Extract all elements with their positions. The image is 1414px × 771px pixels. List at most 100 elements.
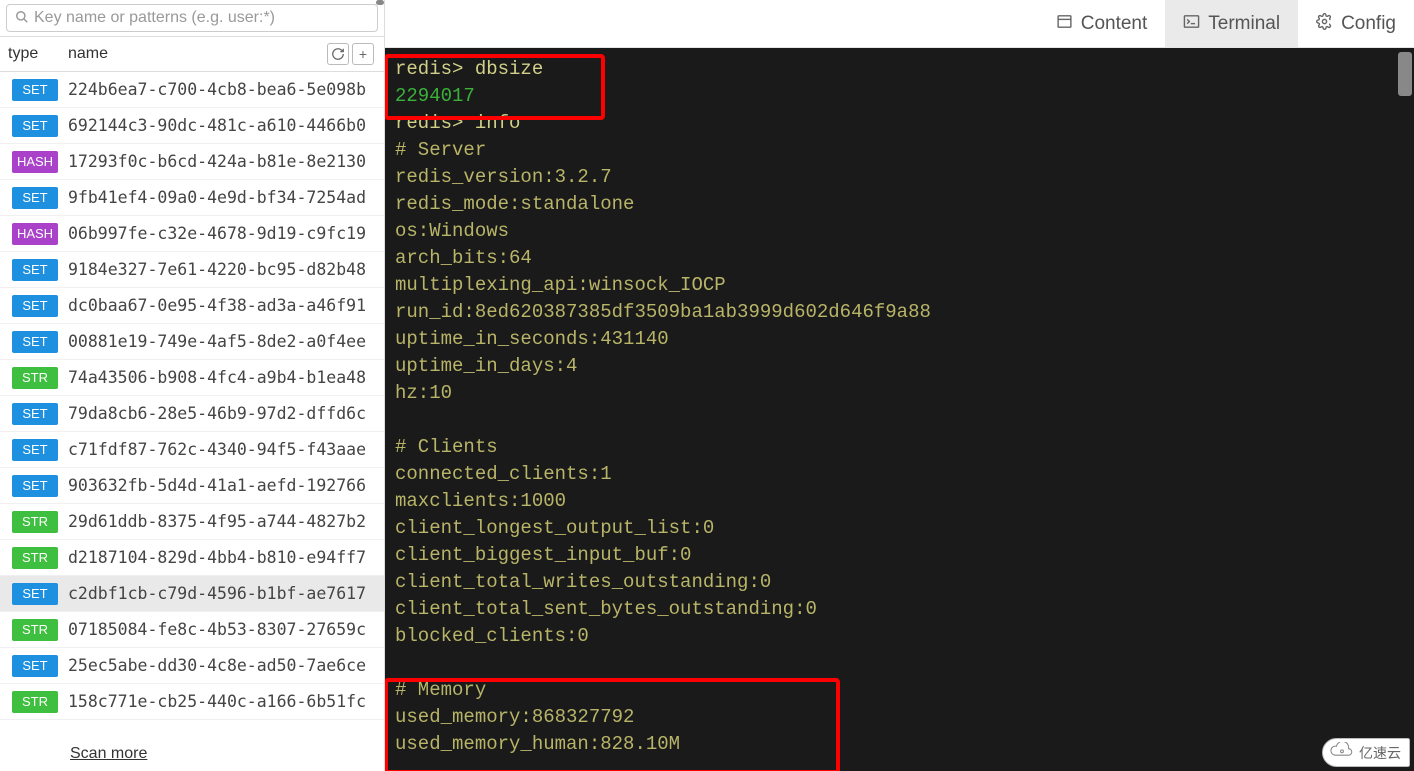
key-name: 07185084-fe8c-4b53-8307-27659c: [68, 620, 366, 639]
key-row[interactable]: SET692144c3-90dc-481c-a610-4466b0: [0, 108, 384, 144]
key-name: c2dbf1cb-c79d-4596-b1bf-ae7617: [68, 584, 366, 603]
key-row[interactable]: SET00881e19-749e-4af5-8de2-a0f4ee: [0, 324, 384, 360]
terminal-output: redis> dbsize2294017redis> info# Serverr…: [385, 56, 1414, 758]
terminal-command: info: [475, 112, 521, 134]
key-name: 06b997fe-c32e-4678-9d19-c9fc19: [68, 224, 366, 243]
type-badge: SET: [12, 655, 58, 677]
type-badge: STR: [12, 547, 58, 569]
key-row[interactable]: SET c71fdf87-762c-4340-94f5-f43aae: [0, 432, 384, 468]
tab-content-label: Content: [1081, 13, 1148, 35]
type-badge: SET: [12, 79, 58, 101]
refresh-button[interactable]: [327, 43, 349, 65]
key-row[interactable]: STR29d61ddb-8375-4f95-a744-4827b2: [0, 504, 384, 540]
type-badge: SET: [12, 475, 58, 497]
tab-content[interactable]: Content: [1038, 0, 1166, 47]
key-row[interactable]: SET 903632fb-5d4d-41a1-aefd-192766: [0, 468, 384, 504]
type-badge: SET: [12, 115, 58, 137]
key-row[interactable]: SET 25ec5abe-dd30-4c8e-ad50-7ae6ce: [0, 648, 384, 684]
terminal-line: blocked_clients:0: [385, 623, 1414, 650]
type-badge: SET: [12, 439, 58, 461]
key-row[interactable]: STR74a43506-b908-4fc4-a9b4-b1ea48: [0, 360, 384, 396]
type-badge: SET: [12, 295, 58, 317]
key-row[interactable]: SET c2dbf1cb-c79d-4596-b1bf-ae7617: [0, 576, 384, 612]
terminal-line: arch_bits:64: [385, 245, 1414, 272]
search-icon: [15, 10, 29, 27]
key-name: 903632fb-5d4d-41a1-aefd-192766: [68, 476, 366, 495]
key-name: c71fdf87-762c-4340-94f5-f43aae: [68, 440, 366, 459]
tab-terminal[interactable]: Terminal: [1165, 0, 1298, 47]
terminal-line: # Server: [385, 137, 1414, 164]
key-row[interactable]: HASH17293f0c-b6cd-424a-b81e-8e2130: [0, 144, 384, 180]
terminal-line: os:Windows: [385, 218, 1414, 245]
terminal-line: # Memory: [385, 677, 1414, 704]
terminal-line: redis> info: [385, 110, 1414, 137]
terminal-line: redis_mode:standalone: [385, 191, 1414, 218]
tab-config[interactable]: Config: [1298, 0, 1414, 47]
terminal-line: uptime_in_seconds:431140: [385, 326, 1414, 353]
search-box[interactable]: [6, 4, 378, 32]
gear-icon: [1316, 13, 1333, 35]
type-badge: SET: [12, 259, 58, 281]
key-name: dc0baa67-0e95-4f38-ad3a-a46f91: [68, 296, 366, 315]
key-row[interactable]: STR158c771e-cb25-440c-a166-6b51fc: [0, 684, 384, 720]
search-input[interactable]: [34, 9, 369, 27]
cloud-icon: [1329, 742, 1355, 763]
main-panel: Content Terminal Config redis> dbsize229…: [385, 0, 1414, 771]
key-row[interactable]: SET dc0baa67-0e95-4f38-ad3a-a46f91: [0, 288, 384, 324]
terminal-line: [385, 650, 1414, 677]
key-browser-sidebar: type name + SET224b6ea7-c700-4cb8-bea6-5…: [0, 0, 385, 771]
key-row[interactable]: SET79da8cb6-28e5-46b9-97d2-dffd6c: [0, 396, 384, 432]
terminal-line: used_memory:868327792: [385, 704, 1414, 731]
key-row[interactable]: SET224b6ea7-c700-4cb8-bea6-5e098b: [0, 72, 384, 108]
key-row[interactable]: HASH 06b997fe-c32e-4678-9d19-c9fc19: [0, 216, 384, 252]
terminal-prompt: redis>: [395, 58, 463, 80]
type-badge: STR: [12, 619, 58, 641]
terminal-prompt: redis>: [395, 112, 463, 134]
add-button[interactable]: +: [352, 43, 374, 65]
key-name: 79da8cb6-28e5-46b9-97d2-dffd6c: [68, 404, 366, 423]
key-list: SET224b6ea7-c700-4cb8-bea6-5e098bSET6921…: [0, 72, 384, 737]
terminal-line: client_longest_output_list:0: [385, 515, 1414, 542]
key-row[interactable]: SET 9184e327-7e61-4220-bc95-d82b48: [0, 252, 384, 288]
scan-more-link[interactable]: Scan more: [0, 737, 384, 771]
type-badge: HASH: [12, 151, 58, 173]
column-header-type[interactable]: type: [0, 39, 64, 69]
content-icon: [1056, 13, 1073, 35]
tab-bar: Content Terminal Config: [385, 0, 1414, 48]
terminal-line: client_total_sent_bytes_outstanding:0: [385, 596, 1414, 623]
key-row[interactable]: STR 07185084-fe8c-4b53-8307-27659c: [0, 612, 384, 648]
key-name: 9fb41ef4-09a0-4e9d-bf34-7254ad: [68, 188, 366, 207]
terminal-panel[interactable]: redis> dbsize2294017redis> info# Serverr…: [385, 48, 1414, 771]
key-row[interactable]: SET9fb41ef4-09a0-4e9d-bf34-7254ad: [0, 180, 384, 216]
terminal-line: maxclients:1000: [385, 488, 1414, 515]
type-badge: HASH: [12, 223, 58, 245]
terminal-result: 2294017: [395, 85, 475, 107]
terminal-line: multiplexing_api:winsock_IOCP: [385, 272, 1414, 299]
key-name: d2187104-829d-4bb4-b810-e94ff7: [68, 548, 366, 567]
key-row[interactable]: STR d2187104-829d-4bb4-b810-e94ff7: [0, 540, 384, 576]
tab-terminal-label: Terminal: [1208, 13, 1280, 35]
terminal-line: redis> dbsize: [385, 56, 1414, 83]
terminal-scroll-thumb[interactable]: [1398, 52, 1412, 96]
tab-config-label: Config: [1341, 13, 1396, 35]
terminal-line: 2294017: [385, 83, 1414, 110]
type-badge: STR: [12, 511, 58, 533]
terminal-line: connected_clients:1: [385, 461, 1414, 488]
terminal-line: used_memory_human:828.10M: [385, 731, 1414, 758]
column-header-name[interactable]: name: [64, 39, 327, 69]
search-wrap: [0, 0, 384, 36]
terminal-line: client_biggest_input_buf:0: [385, 542, 1414, 569]
terminal-line: client_total_writes_outstanding:0: [385, 569, 1414, 596]
type-badge: SET: [12, 583, 58, 605]
key-name: 25ec5abe-dd30-4c8e-ad50-7ae6ce: [68, 656, 366, 675]
terminal-line: hz:10: [385, 380, 1414, 407]
type-badge: STR: [12, 367, 58, 389]
terminal-scrollbar[interactable]: [1398, 48, 1412, 771]
sidebar-scroll-hint: [376, 0, 384, 5]
terminal-line: redis_version:3.2.7: [385, 164, 1414, 191]
key-name: 9184e327-7e61-4220-bc95-d82b48: [68, 260, 366, 279]
terminal-icon: [1183, 13, 1200, 35]
terminal-command: dbsize: [475, 58, 543, 80]
watermark: 亿速云: [1322, 738, 1410, 767]
column-header-row: type name +: [0, 36, 384, 72]
